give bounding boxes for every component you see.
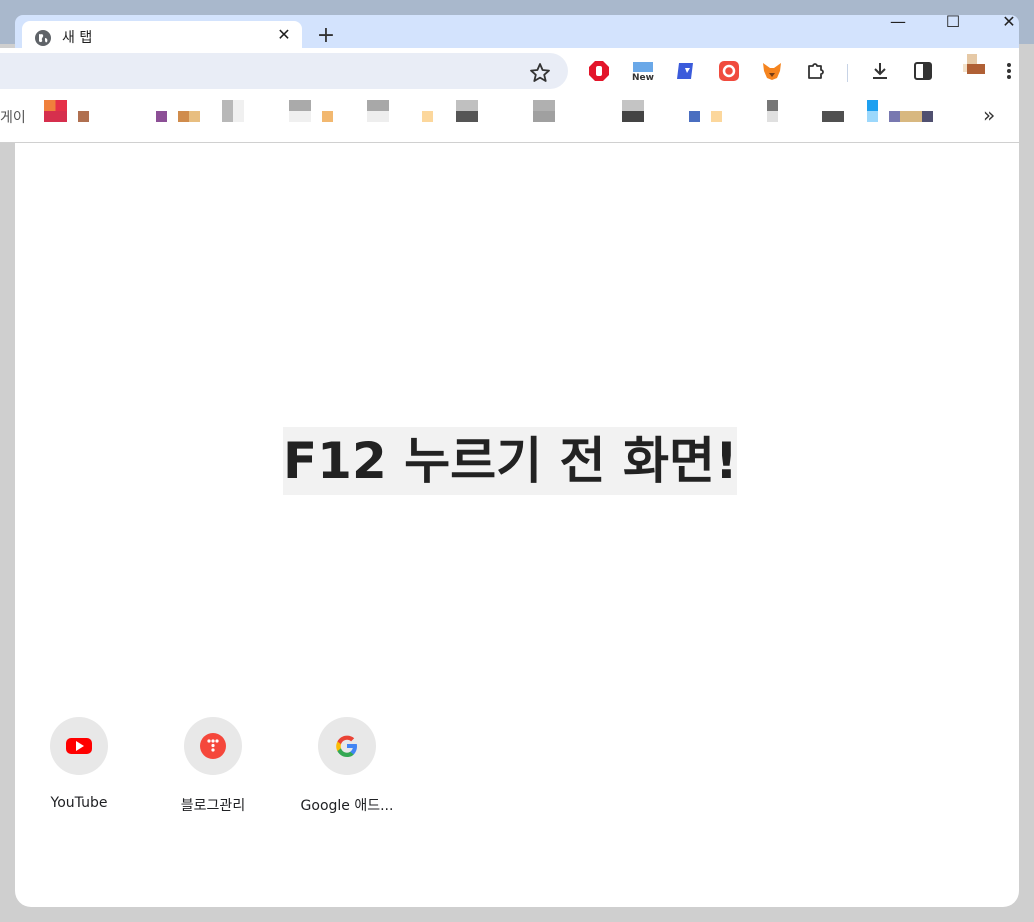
side-panel-icon[interactable] <box>912 60 934 82</box>
shortcut-youtube[interactable]: YouTube <box>23 717 135 827</box>
maximize-button[interactable]: ☐ <box>941 10 965 34</box>
tab-strip: 새 탭 ✕ + <box>15 15 1019 61</box>
more-vert-icon[interactable] <box>999 60 1019 82</box>
shortcut-label: 블로그관리 <box>180 798 246 814</box>
metamask-fox-icon[interactable] <box>761 60 783 82</box>
bookmark-item[interactable] <box>689 111 700 122</box>
toolbar-separator <box>847 64 848 82</box>
record-extension-icon[interactable] <box>718 60 740 82</box>
shortcut-blog-admin[interactable]: 블로그관리 <box>157 717 269 827</box>
download-icon[interactable] <box>869 60 891 82</box>
bookmark-item[interactable] <box>156 111 167 122</box>
bookmark-truncated-label[interactable]: 게이 <box>0 107 26 127</box>
bookmark-item[interactable] <box>622 100 644 122</box>
profile-avatar[interactable] <box>963 54 987 80</box>
bookmarks-overflow-chevron-icon[interactable]: » <box>983 103 995 127</box>
shortcut-label: Google 애드... <box>300 798 394 814</box>
tab-title: 새 탭 <box>62 30 93 46</box>
shortcut-tile <box>50 717 108 775</box>
bookmark-item[interactable] <box>867 100 878 122</box>
bookmarks-bar: 게이 » <box>0 92 1019 143</box>
bookmark-item[interactable] <box>767 100 778 122</box>
shortcut-label: YouTube <box>50 795 108 811</box>
google-icon <box>336 735 357 757</box>
extensions-puzzle-icon[interactable] <box>805 60 827 82</box>
youtube-icon <box>66 738 92 754</box>
bookmark-item[interactable] <box>367 100 389 122</box>
news-extension-icon[interactable]: New <box>631 60 655 82</box>
new-tab-button[interactable]: + <box>315 25 337 47</box>
address-bar[interactable] <box>0 53 568 89</box>
bookmark-item[interactable] <box>289 100 311 122</box>
bookmark-item[interactable] <box>889 111 933 122</box>
close-tab-icon[interactable]: ✕ <box>275 26 293 44</box>
bookmark-item[interactable] <box>456 100 478 122</box>
bookmark-item[interactable] <box>322 111 333 122</box>
shortcut-google-ads[interactable]: Google 애드... <box>291 717 403 827</box>
toolbar: New <box>0 48 1019 92</box>
adblock-icon[interactable] <box>588 60 610 82</box>
minimize-button[interactable]: — <box>886 10 910 34</box>
bookmark-item[interactable] <box>533 100 555 122</box>
bookmark-item[interactable] <box>711 111 722 122</box>
page-headline: F12 누르기 전 화면! <box>283 427 737 495</box>
bookmark-ext-icon[interactable] <box>675 60 697 82</box>
svg-text:New: New <box>632 73 654 82</box>
close-window-button[interactable]: ✕ <box>997 10 1021 34</box>
new-tab-page: F12 누르기 전 화면! YouTube 블로그관리 Google 애드... <box>15 143 1019 907</box>
globe-icon <box>35 30 51 46</box>
shortcut-tile <box>318 717 376 775</box>
bookmark-item[interactable] <box>422 111 433 122</box>
bookmark-item[interactable] <box>822 111 844 122</box>
tistory-icon <box>200 733 226 759</box>
shortcut-tile <box>184 717 242 775</box>
bookmark-item[interactable] <box>78 111 89 122</box>
bookmark-item[interactable] <box>44 111 67 122</box>
bookmark-item[interactable] <box>222 100 244 122</box>
bookmark-item[interactable] <box>178 111 200 122</box>
bookmark-star-icon[interactable] <box>529 62 551 84</box>
